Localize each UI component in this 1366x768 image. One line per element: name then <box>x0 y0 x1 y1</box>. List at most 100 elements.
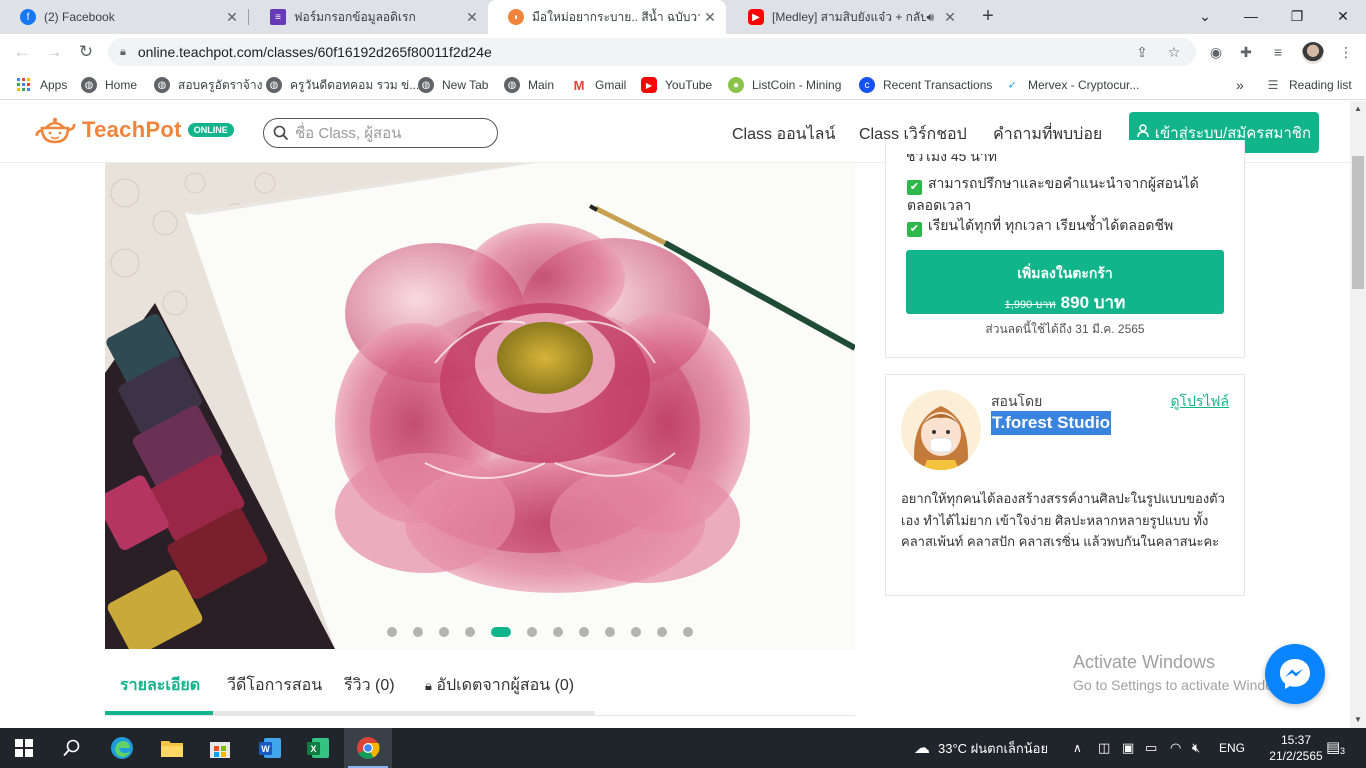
mervex-icon: ➶ <box>1007 79 1017 91</box>
close-tab-icon[interactable]: ✕ <box>940 9 960 26</box>
carousel-dot[interactable] <box>387 627 397 637</box>
media-control-icon[interactable]: ≡ <box>1268 42 1288 62</box>
forward-button[interactable]: → <box>42 40 66 64</box>
youtube-icon: ▶ <box>748 9 764 25</box>
share-icon[interactable]: ⇪ <box>1132 42 1152 62</box>
instructor-bio: อยากให้ทุกคนได้ลองสร้างสรรค์งานศิลปะในรู… <box>901 491 1225 549</box>
tab-google-form[interactable]: ≡ ฟอร์มกรอกข้อมูลอดิเรก ✕ <box>250 0 488 34</box>
carousel-dot[interactable] <box>491 627 511 637</box>
chrome-menu-icon[interactable]: ⋮ <box>1336 42 1356 62</box>
lock-icon[interactable]: 🔒︎ <box>120 46 126 59</box>
back-button[interactable]: ← <box>10 40 34 64</box>
course-hero-image[interactable] <box>105 163 855 649</box>
tab-reviews[interactable]: รีวิว (0) <box>344 673 395 698</box>
new-tab-button[interactable]: + <box>976 4 1000 28</box>
close-tab-icon[interactable]: ✕ <box>700 9 720 26</box>
add-to-cart-button[interactable]: เพิ่มลงในตะกร้า 1,990 บาท 890 บาท <box>906 250 1224 314</box>
extensions-puzzle-icon[interactable]: ✚ <box>1236 42 1256 62</box>
instructor-name[interactable]: T.forest Studio <box>991 411 1112 435</box>
carousel-dot[interactable] <box>657 627 667 637</box>
view-profile-link[interactable]: ดูโปรไฟล์ <box>1170 391 1229 413</box>
feature-consult: ✔ สามารถปรึกษาและขอคำแนะนำจากผู้สอนได้ตลอ… <box>907 175 1199 213</box>
language-indicator[interactable]: ENG <box>1219 728 1245 768</box>
bookmarks-bar: Apps ◍ Home ◍ สอบครูอัตราจ้าง ◍ ครูวันดี… <box>0 70 1366 100</box>
page-scrollbar[interactable]: ▲ ▼ <box>1350 101 1366 728</box>
carousel-dot[interactable] <box>579 627 589 637</box>
user-icon <box>1137 124 1149 141</box>
bookmark-listcoin[interactable]: ● ListCoin - Mining <box>728 76 841 94</box>
bookmark-home[interactable]: ◍ Home <box>81 76 137 94</box>
store-icon <box>210 742 230 758</box>
bookmarks-overflow[interactable]: » <box>1236 76 1244 94</box>
scroll-down-arrow[interactable]: ▼ <box>1350 712 1366 728</box>
taskbar-chrome[interactable] <box>344 728 392 768</box>
taskbar-search-button[interactable] <box>48 728 96 768</box>
carousel-dot[interactable] <box>553 627 563 637</box>
tab-teachpot[interactable]: ◗ มือใหม่อยากระบาย.. สีน้ำ ฉบับวาดภาพ ✕ <box>488 0 726 34</box>
tray-chevron-icon[interactable]: ∧ <box>1073 728 1082 768</box>
messenger-chat-button[interactable] <box>1265 644 1325 704</box>
taskbar-file-explorer[interactable] <box>148 728 196 768</box>
speaker-icon[interactable]: 🔊︎ <box>926 10 934 25</box>
tray-screen-icon[interactable]: ▣ <box>1122 728 1134 768</box>
instructor-avatar[interactable] <box>901 390 981 470</box>
carousel-dot[interactable] <box>413 627 423 637</box>
system-clock[interactable]: 15:37 21/2/2565 <box>1268 732 1324 764</box>
weather-widget[interactable]: ☁ 33°C ฝนตกเล็กน้อย <box>914 728 1048 768</box>
bookmark-new-tab[interactable]: ◍ New Tab <box>418 76 488 94</box>
tab-details[interactable]: รายละเอียด <box>120 673 200 698</box>
bookmark-recent-transactions[interactable]: c Recent Transactions <box>859 76 992 94</box>
bookmark-kruwandee[interactable]: ◍ ครูวันดีดอทคอม รวม ข่... <box>266 76 419 94</box>
pinterest-extension-icon[interactable]: ◉ <box>1206 42 1226 62</box>
tray-device-icon[interactable]: ◫ <box>1098 728 1110 768</box>
restore-button[interactable]: ❐ <box>1274 0 1320 34</box>
bookmark-youtube[interactable]: ▶ YouTube <box>641 76 712 94</box>
reload-button[interactable]: ↻ <box>74 40 98 64</box>
tab-facebook[interactable]: f (2) Facebook ✕ <box>0 0 248 34</box>
address-bar[interactable]: 🔒︎ online.teachpot.com/classes/60f16192d… <box>108 38 1196 66</box>
taskbar-edge[interactable] <box>98 728 146 768</box>
site-search-input[interactable]: ชื่อ Class, ผู้สอน <box>263 118 498 148</box>
tab-instructor-updates[interactable]: 🔒︎ อัปเดตจากผู้สอน (0) <box>425 673 574 698</box>
volume-muted-icon[interactable]: 🔇︎ <box>1192 728 1200 768</box>
nav-online-class[interactable]: Class ออนไลน์ <box>732 122 835 147</box>
close-tab-icon[interactable]: ✕ <box>222 9 242 26</box>
minimize-button[interactable]: — <box>1228 0 1274 34</box>
battery-icon[interactable]: ▭ <box>1145 728 1157 768</box>
scrollbar-thumb[interactable] <box>1352 156 1364 289</box>
taught-by-label: สอนโดย <box>991 393 1043 409</box>
taskbar-word[interactable]: W <box>246 728 294 768</box>
carousel-dot[interactable] <box>465 627 475 637</box>
instructor-card: สอนโดย T.forest Studio ดูโปรไฟล์ อยากให้… <box>885 374 1245 596</box>
tab-youtube-medley[interactable]: ▶ [Medley] สามสิบยังแจ๋ว + กลับมา 🔊︎ ✕ <box>728 0 966 34</box>
listcoin-icon: ● <box>728 77 744 93</box>
tab-search-icon[interactable]: ⌄ <box>1182 0 1228 34</box>
bookmark-star-icon[interactable]: ☆ <box>1164 42 1184 62</box>
taskbar-store[interactable] <box>196 728 244 768</box>
windows-start-button[interactable] <box>0 728 48 768</box>
bookmark-main[interactable]: ◍ Main <box>504 76 554 94</box>
close-tab-icon[interactable]: ✕ <box>462 9 482 26</box>
bookmark-apps[interactable]: Apps <box>16 76 67 94</box>
close-window-button[interactable]: ✕ <box>1320 0 1366 34</box>
teachpot-logo[interactable]: TeachPot ONLINE <box>34 114 234 146</box>
reading-list-button[interactable]: ☰ Reading list <box>1265 76 1352 94</box>
bookmark-mervex[interactable]: ➶ Mervex - Cryptocur... <box>1004 76 1140 94</box>
brand-name: TeachPot <box>82 117 182 142</box>
tab-teaching-videos[interactable]: วีดีโอการสอน <box>227 673 322 698</box>
wifi-icon[interactable]: ◠ <box>1170 728 1181 768</box>
bookmark-teacher-exam[interactable]: ◍ สอบครูอัตราจ้าง <box>154 76 262 94</box>
carousel-dot[interactable] <box>439 627 449 637</box>
notification-center-icon[interactable]: ▤ 3 <box>1326 738 1348 758</box>
carousel-dot[interactable] <box>683 627 693 637</box>
carousel-dot[interactable] <box>527 627 537 637</box>
bookmark-gmail[interactable]: M Gmail <box>571 76 627 94</box>
profile-avatar[interactable] <box>1302 42 1324 64</box>
edge-icon <box>111 737 133 759</box>
taskbar-excel[interactable]: X <box>294 728 342 768</box>
tab-separator <box>248 9 249 25</box>
scroll-up-arrow[interactable]: ▲ <box>1350 101 1366 117</box>
folder-icon <box>161 741 183 757</box>
carousel-dot[interactable] <box>631 627 641 637</box>
carousel-dot[interactable] <box>605 627 615 637</box>
